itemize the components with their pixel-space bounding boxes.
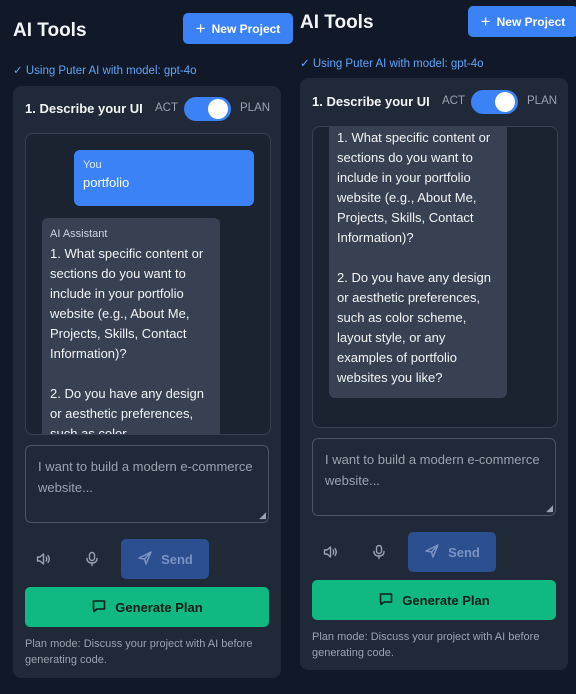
plus-icon: + <box>480 12 491 31</box>
plus-icon: + <box>195 19 206 38</box>
generate-plan-button[interactable]: Generate Plan <box>312 580 556 620</box>
plan-label: PLAN <box>240 102 271 114</box>
act-label: ACT <box>155 102 178 114</box>
microphone-icon[interactable] <box>83 550 101 568</box>
chat-area[interactable]: You portfolio AI Assistant 1. What speci… <box>25 133 271 435</box>
new-project-button[interactable]: + New Project <box>183 13 293 44</box>
app-title: AI Tools <box>300 12 374 33</box>
panel-header: 1. Describe your UI ACT PLAN <box>25 97 271 121</box>
mode-toggle[interactable] <box>471 90 518 114</box>
model-status: ✓ Using Puter AI with model: gpt-4o <box>13 65 197 77</box>
user-message: You portfolio <box>74 150 254 206</box>
send-label: Send <box>448 544 480 560</box>
new-project-button[interactable]: + New Project <box>468 6 576 37</box>
prompt-placeholder: I want to build a modern e-commerce webs… <box>38 459 253 495</box>
send-icon <box>424 543 440 562</box>
toggle-knob <box>495 92 515 112</box>
prompt-placeholder: I want to build a modern e-commerce webs… <box>325 452 540 488</box>
prompt-input[interactable]: I want to build a modern e-commerce webs… <box>25 445 269 523</box>
assistant-message: 1. What specific content or sections do … <box>329 127 507 398</box>
chat-icon <box>378 591 394 610</box>
send-button[interactable]: Send <box>408 532 496 572</box>
chat-icon <box>91 598 107 617</box>
prompt-input[interactable]: I want to build a modern e-commerce webs… <box>312 438 556 516</box>
send-button[interactable]: Send <box>121 539 209 579</box>
describe-panel: 1. Describe your UI ACT PLAN You portfol… <box>13 86 281 678</box>
panel-title: 1. Describe your UI <box>25 101 143 116</box>
app-title: AI Tools <box>13 20 87 41</box>
new-project-label: New Project <box>211 21 281 36</box>
toggle-knob <box>208 99 228 119</box>
send-icon <box>137 550 153 569</box>
mode-footnote: Plan mode: Discuss your project with AI … <box>312 631 540 659</box>
describe-panel: 1. Describe your UI ACT PLAN 1. What spe… <box>300 78 568 670</box>
resize-handle-icon[interactable]: ◢ <box>546 504 553 513</box>
new-project-label: New Project <box>496 14 566 29</box>
speaker-icon[interactable] <box>35 550 53 568</box>
user-label: You <box>83 159 102 171</box>
send-label: Send <box>161 551 193 567</box>
assistant-text: 1. What specific content or sections do … <box>337 130 491 385</box>
generate-plan-label: Generate Plan <box>402 592 490 608</box>
resize-handle-icon[interactable]: ◢ <box>259 511 266 520</box>
act-label: ACT <box>442 95 465 107</box>
panel-title: 1. Describe your UI <box>312 94 430 109</box>
panel-header: 1. Describe your UI ACT PLAN <box>312 90 558 114</box>
microphone-icon[interactable] <box>370 543 388 561</box>
input-controls: Send <box>312 532 556 572</box>
assistant-label: AI Assistant <box>50 228 108 240</box>
speaker-icon[interactable] <box>322 543 340 561</box>
model-status: ✓ Using Puter AI with model: gpt-4o <box>300 58 484 70</box>
assistant-message: AI Assistant 1. What specific content or… <box>42 218 220 435</box>
mode-toggle[interactable] <box>184 97 231 121</box>
generate-plan-label: Generate Plan <box>115 599 203 615</box>
mode-footnote: Plan mode: Discuss your project with AI … <box>25 638 253 666</box>
chat-area[interactable]: 1. What specific content or sections do … <box>312 126 558 428</box>
plan-label: PLAN <box>527 95 558 107</box>
generate-plan-button[interactable]: Generate Plan <box>25 587 269 627</box>
user-text: portfolio <box>83 175 130 190</box>
input-controls: Send <box>25 539 269 579</box>
assistant-text: 1. What specific content or sections do … <box>50 246 204 435</box>
